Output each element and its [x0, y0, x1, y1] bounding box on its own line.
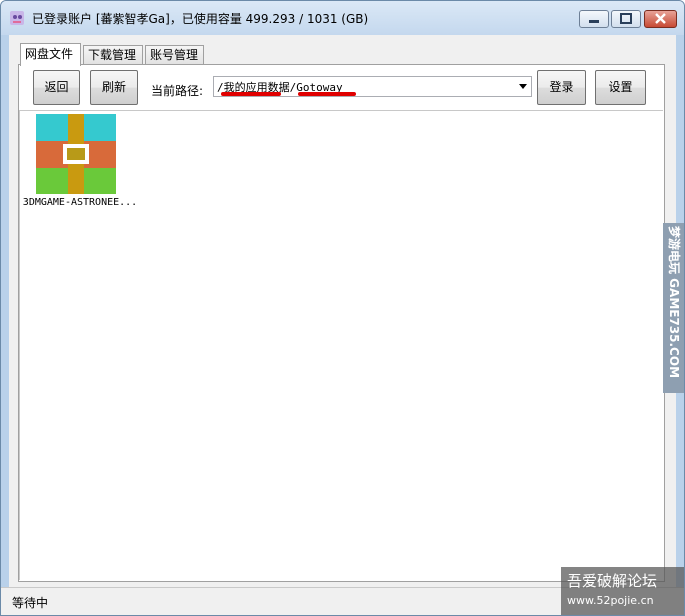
tab-cloud-files[interactable]: 网盘文件: [20, 43, 81, 66]
client-area: 网盘文件 下载管理 账号管理 返回 刷新 当前路径: /我的应用数据/Gotow…: [9, 35, 676, 587]
tab-label: 网盘文件: [25, 47, 74, 61]
back-button[interactable]: 返回: [33, 70, 80, 105]
close-icon: [655, 13, 666, 24]
tab-account-manager[interactable]: 账号管理: [145, 45, 204, 64]
side-watermark: 梦游电玩 GAME735.COM: [663, 223, 684, 393]
file-name: 3DMGAME-ASTRONEE...: [22, 197, 138, 208]
maximize-icon: [620, 13, 632, 24]
red-annotation-mark: [298, 92, 356, 96]
status-text: 等待中: [12, 596, 49, 610]
close-button[interactable]: [644, 10, 677, 28]
corner-watermark-title: 吾爱破解论坛: [567, 572, 658, 590]
window-title: 已登录账户 [蕃紫智孝Ga]，已使用容量 499.293 / 1031 (GB): [32, 12, 369, 26]
file-list[interactable]: 3DMGAME-ASTRONEE...: [19, 110, 663, 580]
cloud-files-page: 返回 刷新 当前路径: /我的应用数据/Gotoway 登录 设置 3DMGAM…: [18, 64, 665, 582]
path-label: 当前路径:: [151, 84, 204, 98]
minimize-icon: [589, 20, 599, 23]
tab-label: 下载管理: [88, 48, 137, 62]
red-annotation-mark: [221, 92, 281, 96]
corner-watermark-url: www.52pojie.cn: [567, 594, 654, 607]
chevron-down-icon[interactable]: [519, 84, 527, 89]
path-combobox[interactable]: /我的应用数据/Gotoway: [213, 76, 532, 97]
corner-watermark: 吾爱破解论坛 www.52pojie.cn: [561, 567, 684, 615]
maximize-button[interactable]: [611, 10, 641, 28]
title-bar[interactable]: 已登录账户 [蕃紫智孝Ga]，已使用容量 499.293 / 1031 (GB): [1, 1, 684, 35]
login-button[interactable]: 登录: [537, 70, 586, 105]
app-icon: [10, 11, 24, 25]
archive-icon: [36, 114, 116, 194]
file-item[interactable]: 3DMGAME-ASTRONEE...: [20, 114, 140, 214]
main-window: 已登录账户 [蕃紫智孝Ga]，已使用容量 499.293 / 1031 (GB)…: [0, 0, 685, 616]
refresh-button[interactable]: 刷新: [90, 70, 138, 105]
tab-download-manager[interactable]: 下载管理: [83, 45, 143, 64]
side-watermark-text: 梦游电玩 GAME735.COM: [667, 226, 681, 379]
toolbar: 返回 刷新 当前路径: /我的应用数据/Gotoway 登录 设置: [19, 65, 664, 110]
minimize-button[interactable]: [579, 10, 609, 28]
tab-label: 账号管理: [150, 48, 199, 62]
settings-button[interactable]: 设置: [595, 70, 646, 105]
